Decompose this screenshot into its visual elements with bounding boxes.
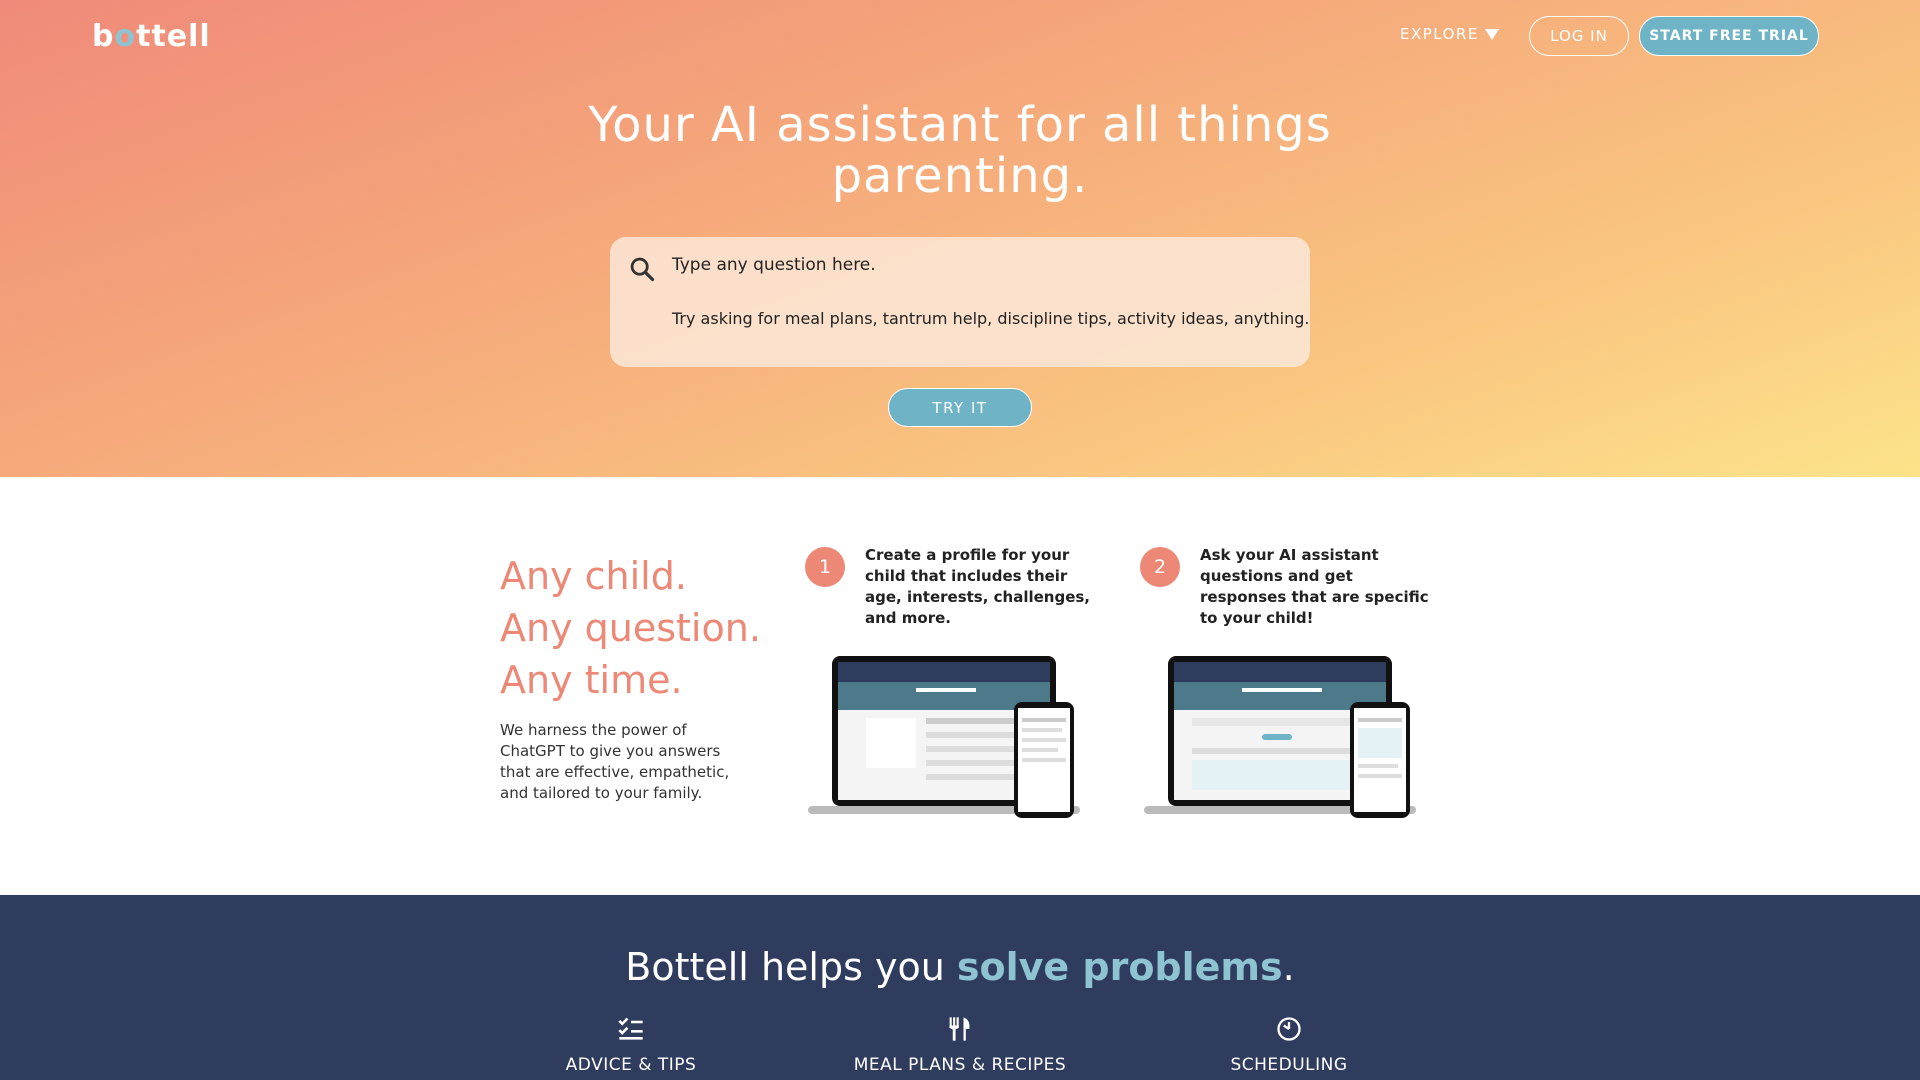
tagline: Any child. Any question. Any time. xyxy=(500,550,761,706)
tagline-line-3: Any time. xyxy=(500,658,683,702)
question-placeholder: Type any question here. xyxy=(672,255,876,275)
start-free-trial-button[interactable]: START FREE TRIAL xyxy=(1639,16,1819,56)
features-title: Bottell helps you solve problems. xyxy=(625,945,1295,989)
utensils-icon xyxy=(949,1017,970,1041)
feature-advice-tips[interactable]: ADVICE & TIPS xyxy=(511,1015,751,1075)
feature-scheduling[interactable]: SCHEDULING xyxy=(1169,1015,1409,1075)
step-2-badge: 2 xyxy=(1140,547,1180,587)
checklist-icon xyxy=(618,1017,643,1040)
feature-meal-plans[interactable]: MEAL PLANS & RECIPES xyxy=(840,1015,1080,1075)
explore-menu[interactable]: EXPLORE xyxy=(1400,22,1499,46)
clock-icon xyxy=(1277,1017,1301,1041)
question-input-box[interactable]: Type any question here. Try asking for m… xyxy=(610,237,1310,367)
feature-label: SCHEDULING xyxy=(1230,1055,1348,1075)
explore-label: EXPLORE xyxy=(1400,25,1479,43)
feature-label: MEAL PLANS & RECIPES xyxy=(853,1055,1067,1075)
advice-screenshot-devices xyxy=(1144,656,1416,818)
step-1-badge: 1 xyxy=(805,547,845,587)
caret-down-icon xyxy=(1484,28,1499,40)
feature-label: ADVICE & TIPS xyxy=(565,1055,697,1075)
hero-title: Your AI assistant for all things parenti… xyxy=(588,97,1332,204)
try-it-button[interactable]: TRY IT xyxy=(888,388,1032,427)
intro-description: We harness the power of ChatGPT to give … xyxy=(500,721,730,802)
question-hint: Try asking for meal plans, tantrum help,… xyxy=(672,309,1310,328)
step-1-text: Create a profile for your child that inc… xyxy=(865,546,1090,627)
search-icon xyxy=(630,257,655,282)
bottell-logo[interactable]: b o ttell xyxy=(92,16,211,56)
logo-dot: o xyxy=(114,18,137,54)
step-2-text: Ask your AI assistant questions and get … xyxy=(1200,546,1429,627)
tagline-line-1: Any child. xyxy=(500,554,687,598)
features-title-highlight: solve problems xyxy=(956,945,1283,989)
login-button[interactable]: LOG IN xyxy=(1529,16,1629,56)
tagline-line-2: Any question. xyxy=(500,606,761,650)
profile-screenshot-devices xyxy=(808,656,1080,818)
